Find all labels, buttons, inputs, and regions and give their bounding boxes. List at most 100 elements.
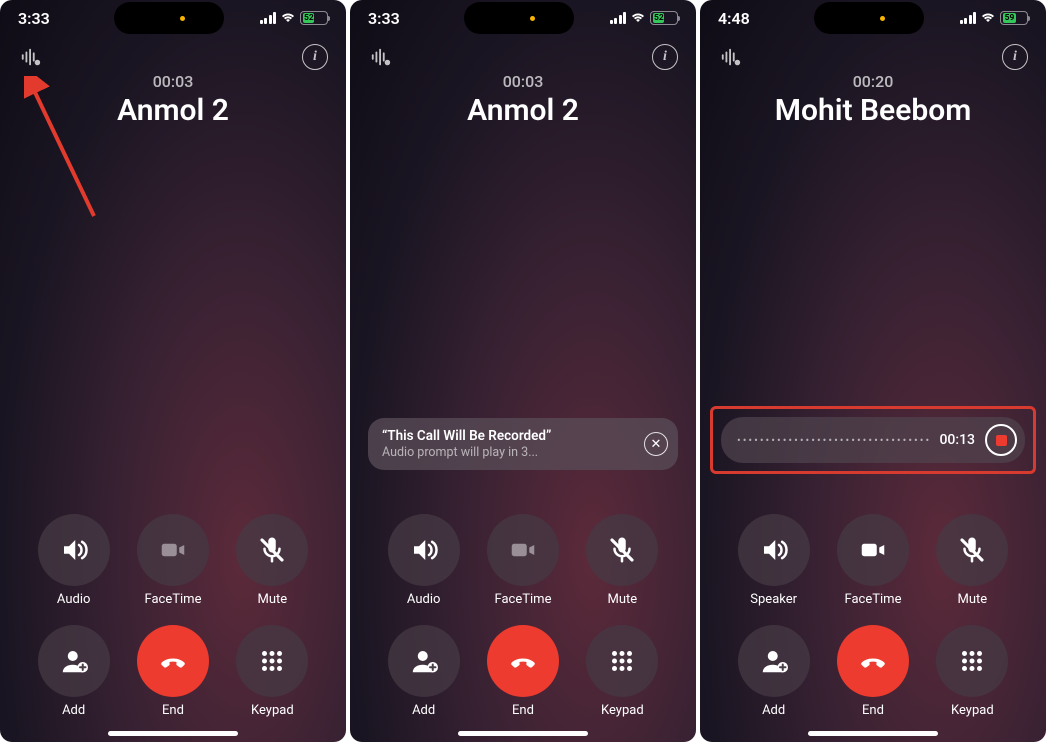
- add-button[interactable]: Add: [724, 625, 823, 718]
- phone-screenshot: 3:3352 i 00:03 Anmol 2 “This Call Will Be Re…: [350, 0, 696, 742]
- wifi-icon: [280, 10, 296, 26]
- keypad-button[interactable]: Keypad: [573, 625, 672, 718]
- battery-icon: 52: [650, 11, 678, 25]
- waveform-record-icon[interactable]: [18, 44, 44, 70]
- mute-button[interactable]: Mute: [223, 514, 322, 607]
- recording-bar: ••••••••••••••••••••••••••••••••••••••••…: [721, 417, 1025, 463]
- phone-screenshot: 4:48 59 i 00:20 Mohit Beebom ••••••••••••••••…: [700, 0, 1046, 742]
- keypad-icon: [586, 625, 658, 697]
- status-right: 52: [260, 10, 329, 26]
- button-label: Speaker: [750, 592, 797, 607]
- battery-icon: 52: [300, 11, 328, 25]
- end-button[interactable]: End: [123, 625, 222, 718]
- info-icon[interactable]: i: [1002, 44, 1028, 70]
- call-button-grid: Audio FaceTime Mute Add End Keypad: [350, 514, 696, 718]
- button-label: Mute: [257, 592, 287, 607]
- status-bar: 3:33 52: [0, 0, 346, 36]
- dynamic-island: [464, 2, 574, 34]
- caller-name: Anmol 2: [350, 93, 696, 128]
- end-button[interactable]: End: [823, 625, 922, 718]
- status-time: 3:33: [18, 9, 78, 28]
- speaker-icon: [38, 514, 110, 586]
- button-label: Mute: [957, 592, 987, 607]
- button-label: Add: [762, 703, 785, 718]
- keypad-button[interactable]: Keypad: [223, 625, 322, 718]
- stop-icon: [996, 435, 1007, 446]
- audio-button[interactable]: Audio: [374, 514, 473, 607]
- call-timer: 00:03: [350, 72, 696, 91]
- keypad-icon: [936, 625, 1008, 697]
- facetime-on-icon: [837, 514, 909, 586]
- annotation-highlight: ••••••••••••••••••••••••••••••••••••••••…: [710, 406, 1036, 474]
- call-button-grid: Speaker FaceTime Mute Add EndKeypad: [700, 514, 1046, 718]
- status-bar: 4:48 59: [700, 0, 1046, 36]
- mute-icon: [936, 514, 1008, 586]
- call-header: 00:03Anmol 2: [0, 72, 346, 128]
- close-icon[interactable]: ✕: [644, 432, 668, 456]
- mute-button[interactable]: Mute: [923, 514, 1022, 607]
- home-indicator[interactable]: [458, 731, 588, 736]
- call-topbar: i: [700, 36, 1046, 70]
- toast-title: “This Call Will Be Recorded”: [382, 428, 634, 444]
- button-label: Add: [62, 703, 85, 718]
- facetime-button[interactable]: FaceTime: [823, 514, 922, 607]
- call-timer: 00:20: [700, 72, 1046, 91]
- call-header: 00:20 Mohit Beebom: [700, 72, 1046, 128]
- mute-button[interactable]: Mute: [573, 514, 672, 607]
- call-header: 00:03 Anmol 2: [350, 72, 696, 128]
- button-label: Add: [412, 703, 435, 718]
- add-icon: [738, 625, 810, 697]
- status-time: 4:48: [718, 9, 778, 28]
- facetime-button[interactable]: FaceTime: [473, 514, 572, 607]
- facetime-icon: [137, 514, 209, 586]
- recording-elapsed: 00:13: [939, 432, 975, 448]
- button-label: Keypad: [251, 703, 294, 718]
- speaker-button[interactable]: Speaker: [724, 514, 823, 607]
- speaker-icon: [388, 514, 460, 586]
- status-right: 59: [960, 10, 1029, 26]
- mute-icon: [586, 514, 658, 586]
- button-label: Audio: [407, 592, 440, 607]
- wifi-icon: [980, 10, 996, 26]
- button-label: Audio: [57, 592, 90, 607]
- waveform-dots: ••••••••••••••••••••••••••••••••••••••••: [737, 434, 929, 447]
- add-icon: [388, 625, 460, 697]
- keypad-icon: [236, 625, 308, 697]
- button-label: FaceTime: [495, 592, 552, 607]
- waveform-record-icon[interactable]: [368, 44, 394, 70]
- call-topbar: i: [0, 36, 346, 70]
- add-button[interactable]: Add: [24, 625, 123, 718]
- info-icon[interactable]: i: [652, 44, 678, 70]
- status-right: 52: [610, 10, 679, 26]
- end-icon: [837, 625, 909, 697]
- end-icon: [487, 625, 559, 697]
- recording-toast: “This Call Will Be Recorded”Audio prompt…: [368, 418, 678, 470]
- facetime-icon: [487, 514, 559, 586]
- signal-icon: [260, 12, 277, 24]
- dynamic-island: [814, 2, 924, 34]
- stop-recording-button[interactable]: [985, 424, 1017, 456]
- end-icon: [137, 625, 209, 697]
- button-label: Keypad: [601, 703, 644, 718]
- caller-name: Anmol 2: [0, 93, 346, 128]
- end-button[interactable]: End: [473, 625, 572, 718]
- facetime-button[interactable]: FaceTime: [123, 514, 222, 607]
- toast-subtitle: Audio prompt will play in 3...: [382, 445, 634, 460]
- call-button-grid: Audio FaceTime Mute Add End Keypad: [0, 514, 346, 718]
- status-bar: 3:3352: [350, 0, 696, 36]
- caller-name: Mohit Beebom: [700, 93, 1046, 128]
- audio-button[interactable]: Audio: [24, 514, 123, 607]
- button-label: End: [512, 703, 534, 718]
- speaker-icon: [738, 514, 810, 586]
- button-label: Mute: [607, 592, 637, 607]
- button-label: End: [162, 703, 184, 718]
- signal-icon: [960, 12, 977, 24]
- info-icon[interactable]: i: [302, 44, 328, 70]
- dynamic-island: [114, 2, 224, 34]
- keypad-button[interactable]: Keypad: [923, 625, 1022, 718]
- add-button[interactable]: Add: [374, 625, 473, 718]
- home-indicator[interactable]: [808, 731, 938, 736]
- home-indicator[interactable]: [108, 731, 238, 736]
- signal-icon: [610, 12, 627, 24]
- waveform-record-icon[interactable]: [718, 44, 744, 70]
